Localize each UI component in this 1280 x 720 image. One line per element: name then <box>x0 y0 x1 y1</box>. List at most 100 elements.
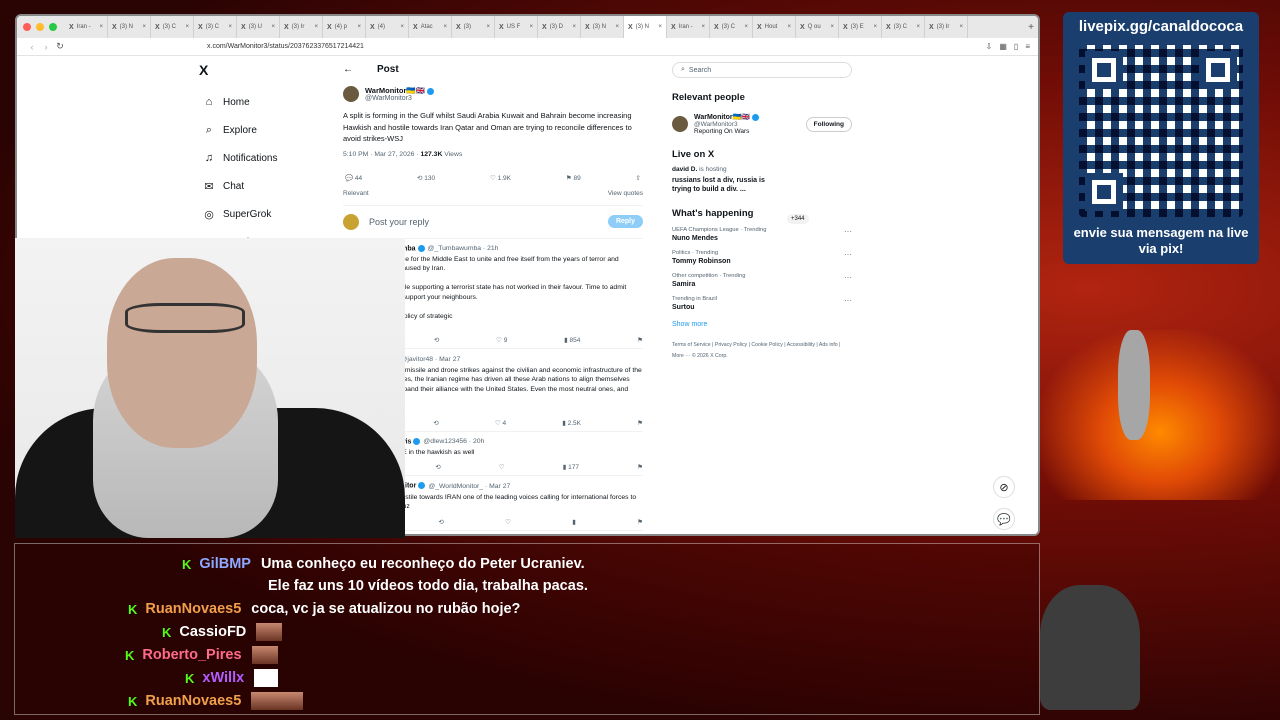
browser-tab[interactable]: X (3) Ir × <box>925 16 968 38</box>
minimize-window-button[interactable] <box>36 23 44 31</box>
tab-close-icon[interactable]: × <box>314 24 318 30</box>
forward-icon[interactable]: › <box>39 42 53 52</box>
browser-tab[interactable]: X (3) Ir × <box>280 16 323 38</box>
reply-handle[interactable]: @dlew123456 · 20h <box>423 438 484 445</box>
trend-item[interactable]: UEFA Champions League · Trending Nuno Men… <box>672 227 852 242</box>
tab-close-icon[interactable]: × <box>443 24 447 30</box>
views-button[interactable]: ▮ 854 <box>564 336 580 344</box>
browser-tab[interactable]: X (3) E × <box>839 16 882 38</box>
relevant-person[interactable]: WarMonitor🇺🇦🇬🇧 @WarMonitor3 Reporting On… <box>672 113 852 135</box>
views-button[interactable]: ▮ <box>572 518 576 526</box>
repost-button[interactable]: ⟲ <box>438 518 443 526</box>
repost-button[interactable]: ⟲ <box>433 419 438 427</box>
bookmark-icon[interactable]: ⚑ <box>637 463 643 471</box>
browser-tab[interactable]: X Iran - × <box>65 16 108 38</box>
trend-item[interactable]: Trending in Brazil Surtou ··· <box>672 296 852 311</box>
new-tab-button[interactable]: + <box>1024 22 1038 33</box>
like-button[interactable]: ♡ <box>505 518 511 526</box>
trend-name[interactable]: Nuno Mendes <box>672 235 852 242</box>
views-button[interactable]: ▮ 2.5K <box>562 419 581 427</box>
views-button[interactable]: ▮ 177 <box>563 463 579 471</box>
post-time[interactable]: 5:10 PM · Mar 27, 2026 · <box>343 151 420 158</box>
tab-close-icon[interactable]: × <box>185 24 189 30</box>
person-name[interactable]: WarMonitor🇺🇦🇬🇧 <box>694 114 750 121</box>
chat-username[interactable]: RuanNovaes5 <box>145 601 241 617</box>
tab-close-icon[interactable]: × <box>228 24 232 30</box>
browser-tab[interactable]: X (3) N × <box>108 16 151 38</box>
chat-username[interactable]: CassioFD <box>179 624 246 640</box>
browser-tab[interactable]: X (3) C × <box>151 16 194 38</box>
repost-button[interactable]: ⟲ <box>435 463 440 471</box>
messages-icon[interactable]: 💬 <box>993 508 1015 530</box>
menu-icon[interactable]: ≡ <box>1025 42 1030 51</box>
browser-tab[interactable]: X (3) C × <box>194 16 237 38</box>
extension-icon[interactable]: ▦ <box>999 42 1007 51</box>
repost-button[interactable]: ⟲ 130 <box>417 174 435 182</box>
avatar[interactable] <box>672 116 688 132</box>
trend-name[interactable]: Surtou <box>672 304 852 311</box>
bookmark-icon[interactable]: ⚑ <box>637 336 643 344</box>
like-button[interactable]: ♡ 1.9K <box>490 174 511 182</box>
tab-close-icon[interactable]: × <box>357 24 361 30</box>
sidebar-item-supergrok[interactable]: ◎ SuperGrok <box>199 200 287 228</box>
tab-close-icon[interactable]: × <box>873 24 877 30</box>
chat-username[interactable]: RuanNovaes5 <box>145 693 241 709</box>
bookmark-icon[interactable]: ⚑ <box>637 419 643 427</box>
x-logo[interactable]: X <box>199 62 208 78</box>
tab-close-icon[interactable]: × <box>271 24 275 30</box>
bookmark-icon[interactable]: ⚑ <box>637 518 643 526</box>
reply-handle[interactable]: @_Tumbawumba · 21h <box>428 245 499 252</box>
search-input[interactable]: ⌕ Search <box>672 62 852 78</box>
sidebar-item-notifications[interactable]: ♫ Notifications <box>199 144 287 172</box>
share-icon[interactable]: ⇧ <box>636 174 641 182</box>
browser-tab[interactable]: X (4) p × <box>323 16 366 38</box>
tab-close-icon[interactable]: × <box>916 24 920 30</box>
tab-close-icon[interactable]: × <box>142 24 146 30</box>
chat-username[interactable]: Roberto_Pires <box>142 647 241 663</box>
browser-tab[interactable]: X (3) N × <box>581 16 624 38</box>
reply-button[interactable]: 💬 44 <box>345 174 362 182</box>
reply-handle[interactable]: @_WorldMonitor_ · Mar 27 <box>428 483 510 490</box>
show-more-link[interactable]: Show more <box>672 321 852 328</box>
browser-tab[interactable]: X (3) × <box>452 16 495 38</box>
more-options-icon[interactable]: ··· <box>844 296 852 305</box>
tab-close-icon[interactable]: × <box>99 24 103 30</box>
zoom-window-button[interactable] <box>49 23 57 31</box>
following-button[interactable]: Following <box>805 116 852 132</box>
sort-dropdown[interactable]: Relevant <box>343 190 369 197</box>
chat-username[interactable]: GilBMP <box>199 556 251 572</box>
download-icon[interactable]: ⇩ <box>986 42 993 51</box>
browser-tab[interactable]: X US F × <box>495 16 538 38</box>
browser-tab[interactable]: X (3) C × <box>882 16 925 38</box>
back-arrow-icon[interactable]: ← <box>343 64 353 75</box>
reload-icon[interactable]: ↻ <box>53 41 67 52</box>
tab-close-icon[interactable]: × <box>615 24 619 30</box>
trend-name[interactable]: Tommy Robinson <box>672 258 852 265</box>
more-options-icon[interactable]: ··· <box>844 273 852 282</box>
tab-close-icon[interactable]: × <box>744 24 748 30</box>
browser-tab[interactable]: X Atac × <box>409 16 452 38</box>
show-more-link[interactable]: Show more <box>369 323 643 330</box>
tab-close-icon[interactable]: × <box>701 24 705 30</box>
like-button[interactable]: ♡ 9 <box>496 336 507 344</box>
close-window-button[interactable] <box>23 23 31 31</box>
like-button[interactable]: ♡ <box>499 463 505 471</box>
browser-tab[interactable]: X (3) U × <box>237 16 280 38</box>
chat-username[interactable]: xWillx <box>202 670 244 686</box>
tab-close-icon[interactable]: × <box>959 24 963 30</box>
view-quotes-link[interactable]: View quotes <box>608 190 643 197</box>
sidebar-item-chat[interactable]: ✉ Chat <box>199 172 287 200</box>
reply-input[interactable]: Post your reply <box>369 217 608 227</box>
sidebar-item-explore[interactable]: ⌕ Explore <box>199 116 287 144</box>
like-button[interactable]: ♡ 4 <box>495 419 506 427</box>
trend-item[interactable]: Politics · Trending Tommy Robinson ··· <box>672 250 852 265</box>
browser-tab[interactable]: X Iran - × <box>667 16 710 38</box>
author-name[interactable]: WarMonitor🇺🇦🇬🇧 <box>365 86 425 95</box>
browser-tab[interactable]: X (4) × <box>366 16 409 38</box>
repost-button[interactable]: ⟲ <box>434 336 439 344</box>
tab-close-icon[interactable]: × <box>830 24 834 30</box>
browser-tab[interactable]: X Hout × <box>753 16 796 38</box>
tab-close-icon[interactable]: × <box>400 24 404 30</box>
browser-tab[interactable]: XQ ou × <box>796 16 839 38</box>
more-options-icon[interactable]: ··· <box>844 250 852 259</box>
